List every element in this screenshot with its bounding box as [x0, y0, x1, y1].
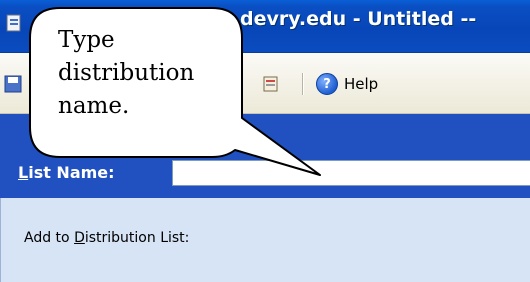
distribution-list-window: devry.edu - Untitled -- ? Help List Name… [0, 0, 530, 282]
callout-text: Type distribution name. [58, 27, 195, 119]
